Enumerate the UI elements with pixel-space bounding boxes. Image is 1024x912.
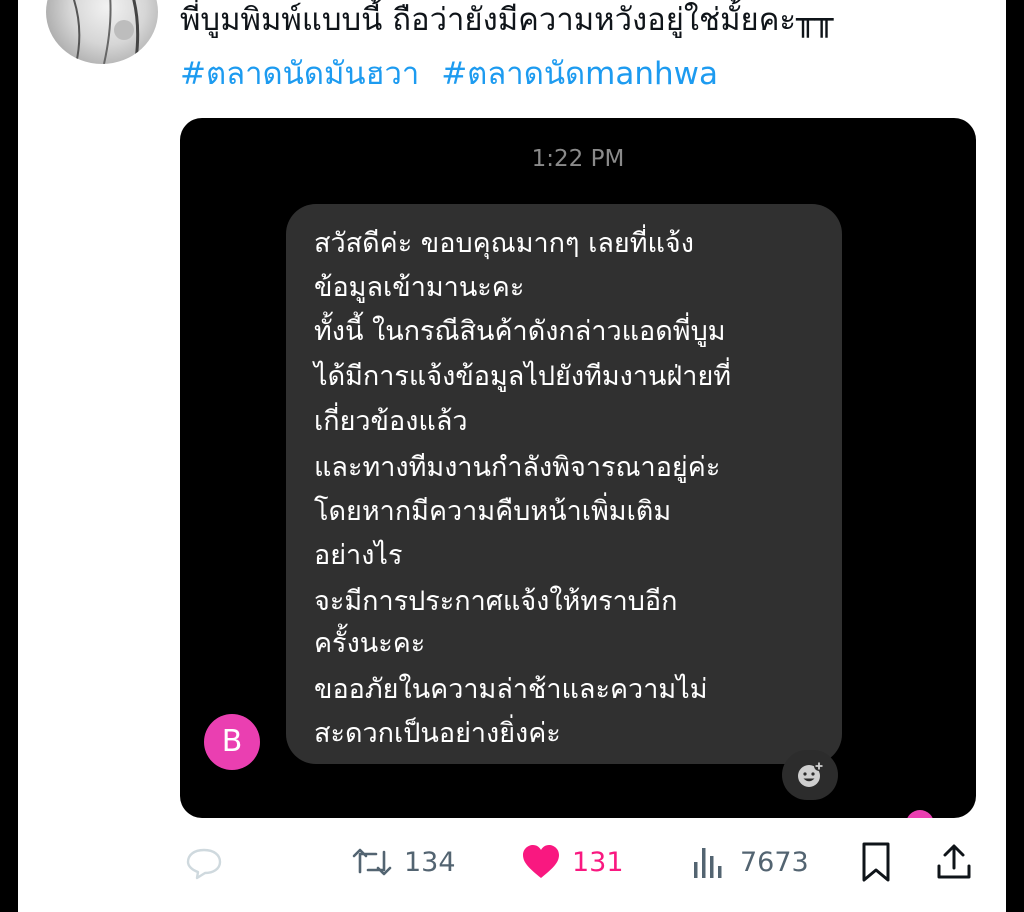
- hashtag-link[interactable]: #ตลาดนัดmanhwa: [441, 56, 718, 92]
- reply-icon: [186, 848, 222, 880]
- message-line: ขออภัยในความล่าช้าและความไม่: [314, 674, 708, 705]
- tweet-text: พี่บูมพิมพ์แบบนี้ ถือว่ายังมีความหวังอยู…: [180, 2, 834, 38]
- like-button[interactable]: 131: [520, 838, 624, 886]
- message-line: ข้อมูลเข้ามานะคะ: [314, 272, 525, 303]
- views-chart-icon: [694, 848, 722, 878]
- like-count: 131: [572, 846, 624, 878]
- share-icon: [937, 844, 971, 879]
- reply-button[interactable]: [184, 838, 224, 886]
- share-button[interactable]: [934, 838, 974, 886]
- message-bubble: สวัสดีค่ะ ขอบคุณมากๆ เลยที่แจ้ง ข้อมูลเข…: [286, 204, 842, 764]
- left-edge-bar: [0, 0, 18, 912]
- views-count: 7673: [740, 846, 809, 878]
- user-avatar[interactable]: [46, 0, 158, 64]
- chat-timestamp: 1:22 PM: [531, 146, 625, 172]
- bookmark-icon: [862, 842, 890, 882]
- message-line: ทั้งนี้ ในกรณีสินค้าดังกล่าวแอดพี่บูม: [314, 316, 726, 347]
- message-line: จะมีการประกาศแจ้งให้ทราบอีก: [314, 586, 678, 617]
- bookmark-button[interactable]: [858, 838, 894, 886]
- add-reaction-button[interactable]: [782, 750, 838, 800]
- notification-dot: [906, 810, 934, 818]
- retweet-button[interactable]: 134: [350, 838, 456, 886]
- message-line: สะดวกเป็นอย่างยิ่งค่ะ: [314, 718, 561, 749]
- retweet-count: 134: [404, 846, 456, 878]
- hashtag-row: #ตลาดนัดมันฮวา #ตลาดนัดmanhwa: [180, 52, 730, 96]
- hashtag-link[interactable]: #ตลาดนัดมันฮวา: [180, 56, 419, 92]
- right-edge-bar: [1006, 0, 1024, 912]
- emoji-add-icon: [798, 761, 824, 787]
- message-line: อย่างไร: [314, 540, 403, 571]
- retweet-icon: [352, 848, 392, 876]
- message-line: ได้มีการแจ้งข้อมูลไปยังทีมงานฝ่ายที่: [314, 361, 732, 392]
- message-line: โดยหากมีความคืบหน้าเพิ่มเติม: [314, 496, 672, 527]
- message-line: สวัสดีค่ะ ขอบคุณมากๆ เลยที่แจ้ง: [314, 228, 694, 259]
- sender-avatar: B: [204, 714, 260, 770]
- heart-icon: [523, 845, 559, 878]
- chat-screenshot-media[interactable]: 1:22 PM สวัสดีค่ะ ขอบคุณมากๆ เลยที่แจ้ง …: [180, 118, 976, 818]
- message-line: เกี่ยวข้องแล้ว: [314, 406, 468, 437]
- message-line: ครั้งนะคะ: [314, 628, 426, 659]
- views-button[interactable]: 7673: [690, 838, 809, 886]
- message-line: และทางทีมงานกำลังพิจารณาอยู่ค่ะ: [314, 452, 721, 483]
